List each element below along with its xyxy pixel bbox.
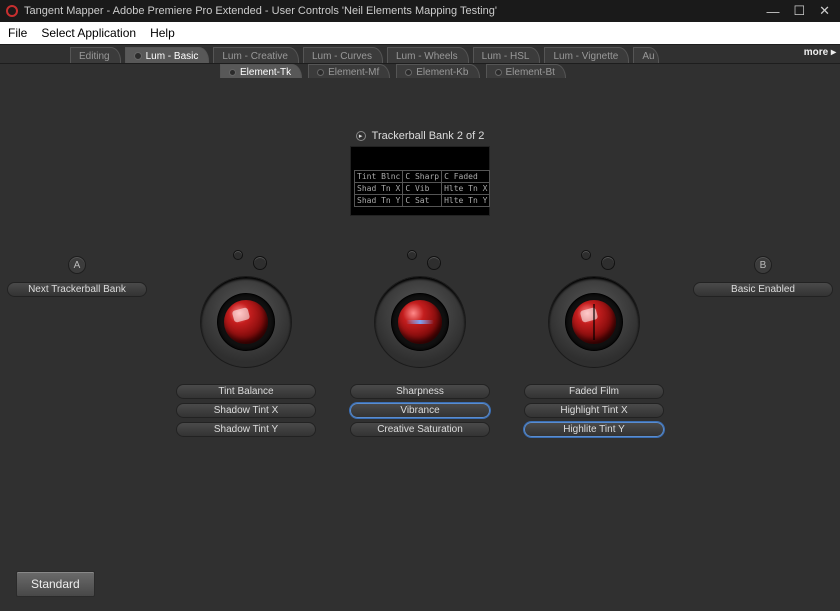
lcd-cell: Hlte Tn X [442, 183, 490, 195]
lcd-cell: Hlte Tn Y [442, 195, 490, 207]
lcd-cell: Tint Blnc [355, 171, 403, 183]
menubar: File Select Application Help [0, 22, 840, 44]
menu-file[interactable]: File [8, 26, 27, 40]
ball3-label-2[interactable]: Highlite Tint Y [524, 422, 664, 437]
side-a: A Next Trackerball Bank [7, 256, 147, 301]
lcd-cell: C Sat [403, 195, 442, 207]
lcd-cell: Shad Tn Y [355, 195, 403, 207]
minimize-icon[interactable]: — [766, 4, 779, 19]
trackerball-3: Faded Film Highlight Tint X Highlite Tin… [519, 250, 669, 441]
ball2[interactable] [398, 300, 442, 344]
a-button-label[interactable]: Next Trackerball Bank [7, 282, 147, 297]
tab-editing[interactable]: Editing [70, 47, 121, 63]
ball1-ring[interactable] [200, 276, 292, 368]
a-button[interactable]: A [68, 256, 86, 274]
maximize-icon[interactable]: ☐ [793, 3, 805, 19]
ball2-btn-top[interactable] [407, 250, 417, 260]
ball1-label-2[interactable]: Shadow Tint Y [176, 422, 316, 437]
side-b: B Basic Enabled [693, 256, 833, 301]
bank-indicator: ▸ Trackerball Bank 2 of 2 [0, 130, 840, 142]
ball1-label-1[interactable]: Shadow Tint X [176, 403, 316, 418]
window-title: Tangent Mapper - Adobe Premiere Pro Exte… [24, 5, 497, 17]
tab-audio-cut[interactable]: Au [633, 47, 659, 63]
ball2-label-2[interactable]: Creative Saturation [350, 422, 490, 437]
lcd-cell: C Sharp [403, 171, 442, 183]
b-button-label[interactable]: Basic Enabled [693, 282, 833, 297]
ball3-btn-top[interactable] [581, 250, 591, 260]
bank-label-text: Trackerball Bank 2 of 2 [372, 130, 485, 142]
b-button[interactable]: B [754, 256, 772, 274]
lcd-cell: C Faded [442, 171, 490, 183]
menu-help[interactable]: Help [150, 26, 175, 40]
footer: Standard [16, 571, 95, 597]
ball2-label-0[interactable]: Sharpness [350, 384, 490, 399]
ball2-ring[interactable] [374, 276, 466, 368]
lcd-cell: Shad Tn X [355, 183, 403, 195]
lcd-cell: C Vib [403, 183, 442, 195]
tab-lum-wheels[interactable]: Lum - Wheels [387, 47, 469, 63]
trackerball-1: Tint Balance Shadow Tint X Shadow Tint Y [171, 250, 321, 441]
ball2-label-1[interactable]: Vibrance [350, 403, 490, 418]
bank-next-icon[interactable]: ▸ [356, 131, 366, 141]
ball1[interactable] [224, 300, 268, 344]
trackerball-2: Sharpness Vibrance Creative Saturation [345, 250, 495, 441]
app-icon [6, 5, 18, 17]
ball3-btn-side[interactable] [601, 256, 615, 270]
subtab-element-mf[interactable]: Element-Mf [308, 64, 390, 78]
tabstrip-elements: Element-Tk Element-Mf Element-Kb Element… [0, 64, 840, 82]
tab-lum-hsl[interactable]: Lum - HSL [473, 47, 541, 63]
tab-lum-creative[interactable]: Lum - Creative [213, 47, 299, 63]
ball3-ring[interactable] [548, 276, 640, 368]
ball1-label-0[interactable]: Tint Balance [176, 384, 316, 399]
titlebar: Tangent Mapper - Adobe Premiere Pro Exte… [0, 0, 840, 22]
menu-select-application[interactable]: Select Application [41, 26, 136, 40]
ball3-label-0[interactable]: Faded Film [524, 384, 664, 399]
lcd-preview: Tint Blnc C Sharp C Faded Shad Tn X C Vi… [350, 146, 490, 216]
subtab-element-tk[interactable]: Element-Tk [220, 64, 302, 78]
standard-button[interactable]: Standard [16, 571, 95, 597]
tabs-more[interactable]: more ▸ [804, 47, 836, 58]
ball1-btn-side[interactable] [253, 256, 267, 270]
subtab-element-kb[interactable]: Element-Kb [396, 64, 479, 78]
close-icon[interactable]: ✕ [819, 3, 830, 19]
tab-lum-curves[interactable]: Lum - Curves [303, 47, 383, 63]
ball3-label-1[interactable]: Highlight Tint X [524, 403, 664, 418]
subtab-element-bt[interactable]: Element-Bt [486, 64, 566, 78]
tabstrip-modes: Editing Lum - Basic Lum - Creative Lum -… [0, 44, 840, 64]
ball2-btn-side[interactable] [427, 256, 441, 270]
tab-lum-basic[interactable]: Lum - Basic [125, 47, 210, 63]
ball1-btn-top[interactable] [233, 250, 243, 260]
ball3[interactable] [572, 300, 616, 344]
tab-lum-vignette[interactable]: Lum - Vignette [544, 47, 629, 63]
trackerball-row: A Next Trackerball Bank Tint Balance Sha… [0, 250, 840, 441]
